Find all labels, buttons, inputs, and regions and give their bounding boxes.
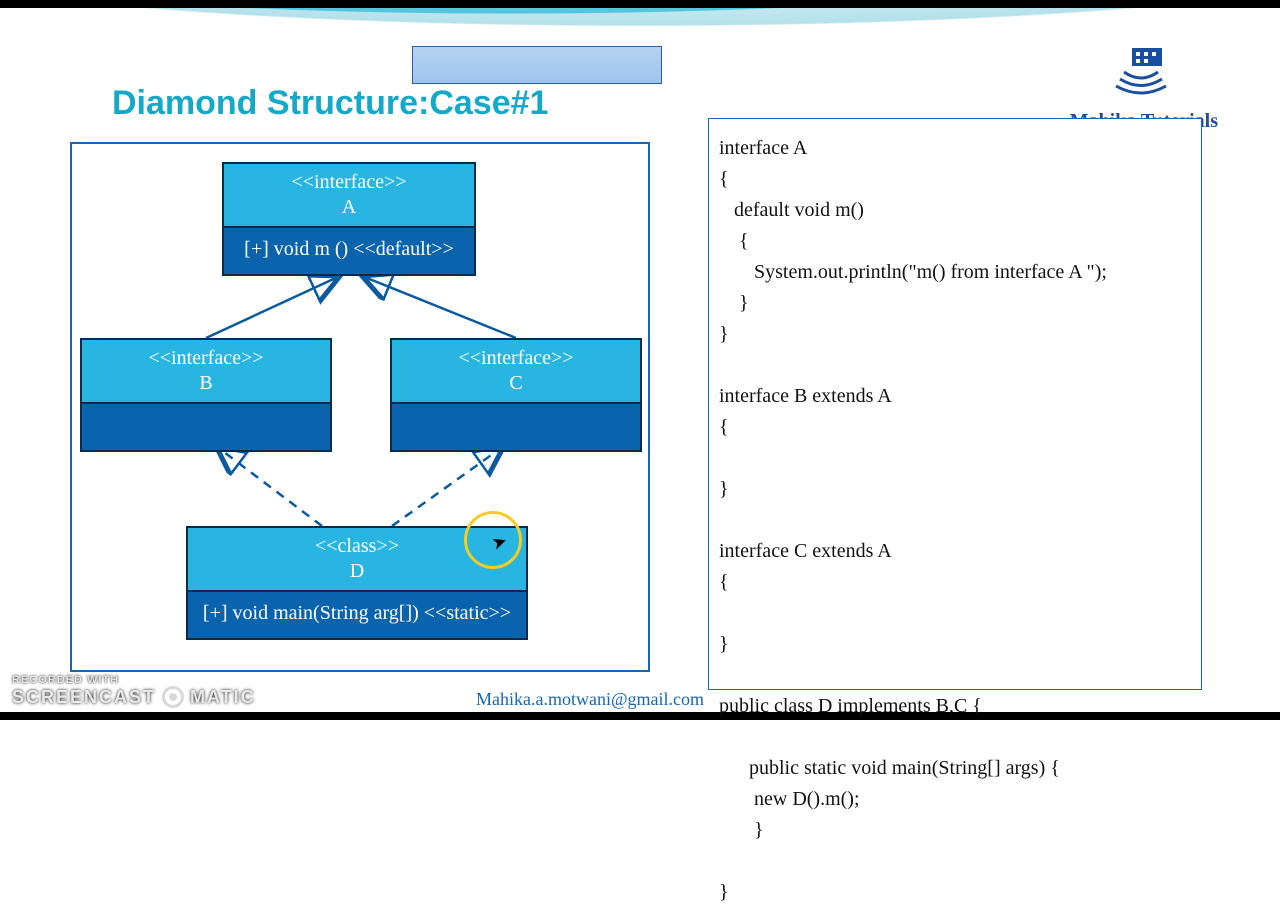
watermark-brand-b: MATIC: [190, 687, 256, 708]
watermark-brand-a: SCREENCAST: [12, 687, 156, 708]
uml-box-c: <<interface>> C: [390, 338, 642, 452]
uml-a-name: A: [228, 195, 470, 220]
footer-email: Mahika.a.motwani@gmail.com: [476, 689, 704, 710]
title-placeholder-box: [412, 46, 662, 84]
brand-logo-icon: [1106, 44, 1176, 99]
recorder-watermark: RECORDED WITH SCREENCAST MATIC: [12, 674, 256, 708]
uml-d-name: D: [192, 559, 522, 584]
uml-a-stereotype: <<interface>>: [228, 170, 470, 195]
uml-c-stereotype: <<interface>>: [396, 346, 636, 371]
window-top-border: [0, 0, 1280, 8]
uml-b-name: B: [86, 371, 326, 396]
uml-diagram-panel: <<interface>> A [+] void m () <<default>…: [70, 142, 650, 672]
uml-c-name: C: [396, 371, 636, 396]
watermark-line1: RECORDED WITH: [12, 674, 256, 686]
uml-box-b: <<interface>> B: [80, 338, 332, 452]
uml-b-member: [82, 404, 330, 450]
uml-b-stereotype: <<interface>>: [86, 346, 326, 371]
code-panel: interface A { default void m() { System.…: [708, 118, 1202, 690]
uml-d-member: [+] void main(String arg[]) <<static>>: [188, 592, 526, 638]
window-bottom-border: [0, 712, 1280, 720]
watermark-dot-icon: [162, 686, 184, 708]
page-title: Diamond Structure:Case#1: [112, 84, 548, 123]
uml-c-member: [392, 404, 640, 450]
uml-a-member: [+] void m () <<default>>: [224, 228, 474, 274]
uml-box-a: <<interface>> A [+] void m () <<default>…: [222, 162, 476, 276]
